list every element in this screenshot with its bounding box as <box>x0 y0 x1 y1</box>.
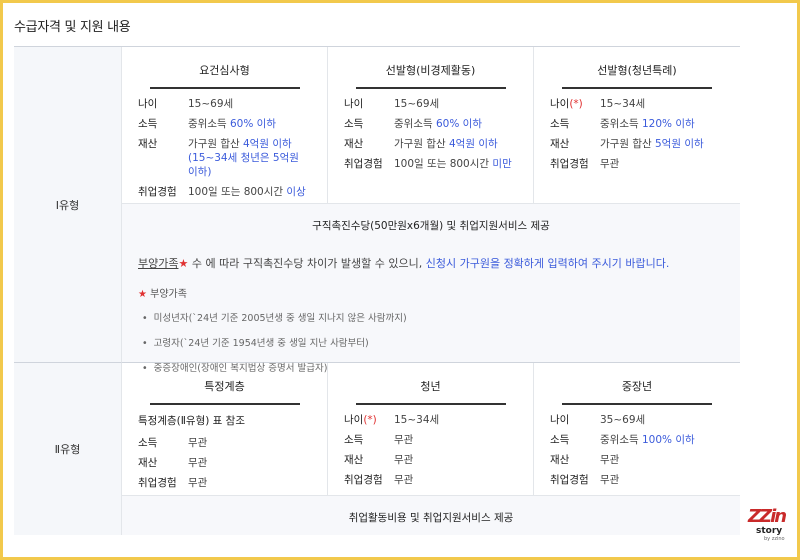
eligibility-table: Ⅰ유형 요건심사형 나이 15~69세 소득 중위소득 60% 이하 재산 가구원 합… <box>14 46 740 535</box>
type2-benefit-box: 취업활동비용 및 취업지원서비스 제공 <box>122 495 740 535</box>
benefit-title: 구직촉진수당(50만원x6개월) 및 취업지원서비스 제공 <box>312 220 550 232</box>
criteria-row-age: 나이 15~69세 <box>344 98 440 110</box>
type1-col-requirement: 요건심사형 나이 15~69세 소득 중위소득 60% 이하 재산 가구원 합산 4억… <box>122 47 328 203</box>
criteria-row-income: 소득 중위소득 60% 이하 <box>344 118 482 130</box>
type2-col-youth: 청년 나이(*) 15~34세 소득 무관 재산 무관 취업경험 무관 <box>328 363 534 495</box>
criteria-row-experience: 취업경험 100일 또는 800시간 미만 <box>344 158 512 170</box>
criteria-list: 나이 15~69세 소득 중위소득 60% 이하 재산 가구원 합산 4억원 이하 (1… <box>122 83 327 199</box>
dependent-subtitle: ★ 부양가족 <box>138 289 187 300</box>
type1-benefit-box: 구직촉진수당(50만원x6개월) 및 취업지원서비스 제공 부양가족★ 수 에 … <box>122 203 740 374</box>
col-header: 중장년 <box>534 363 740 405</box>
criteria-row-asset: 재산 가구원 합산 4억원 이하 (15~34세 청년은 5억원 이하) <box>138 138 299 178</box>
criteria-row-asset: 재산 무관 <box>550 454 620 466</box>
list-item: 미성년자(`24년 기준 2005년생 중 생일 지나지 않은 사람까지) <box>142 310 740 324</box>
type1-label: Ⅰ유형 <box>14 47 122 363</box>
criteria-list: 나이(*) 15~34세 소득 중위소득 120% 이하 재산 가구원 합산 5억원 … <box>534 83 740 171</box>
type2-label: Ⅱ유형 <box>14 363 122 535</box>
criteria-row-asset: 재산 무관 <box>344 454 414 466</box>
star-icon: ★ <box>138 289 147 300</box>
benefit-title: 취업활동비용 및 취업지원서비스 제공 <box>348 512 514 524</box>
criteria-row-experience: 취업경험 무관 <box>550 158 620 170</box>
criteria-row-age: 나이(*) 15~34세 <box>344 414 440 426</box>
type1-col-youth-special: 선발형(청년특례) 나이(*) 15~34세 소득 중위소득 120% 이하 재산 가… <box>534 47 740 203</box>
special-reference: 특정계층(Ⅱ유형) 표 참조 <box>138 415 245 427</box>
criteria-row-experience: 취업경험 무관 <box>344 474 414 486</box>
criteria-row-age: 나이 35~69세 <box>550 414 646 426</box>
criteria-row-income: 소득 무관 <box>344 434 414 446</box>
type2-col-special: 특정계층 특정계층(Ⅱ유형) 표 참조 소득 무관 재산 무관 취업경험 무관 <box>122 363 328 495</box>
type2-col-middle-aged: 중장년 나이 35~69세 소득 중위소득 100% 이하 재산 무관 취업경험 무관 <box>534 363 740 495</box>
brand-logo: ZZin story by zzino <box>748 506 787 543</box>
criteria-row-age: 나이 15~69세 <box>138 98 234 110</box>
criteria-row-income: 소득 중위소득 60% 이하 <box>138 118 276 130</box>
criteria-row-age: 나이(*) 15~34세 <box>550 98 646 110</box>
criteria-row-income: 소득 중위소득 100% 이하 <box>550 434 695 446</box>
criteria-row-experience: 취업경험 100일 또는 800시간 이상 <box>138 186 306 198</box>
criteria-row-asset: 재산 무관 <box>138 457 208 469</box>
page-title: 수급자격 및 지원 내용 <box>14 20 131 35</box>
col-header: 요건심사형 <box>122 47 327 89</box>
col-header: 선발형(청년특례) <box>534 47 740 89</box>
dependent-notice: 부양가족★ 수 에 따라 구직촉진수당 차이가 발생할 수 있으니, 신청시 가… <box>138 257 670 270</box>
criteria-list: 특정계층(Ⅱ유형) 표 참조 소득 무관 재산 무관 취업경험 무관 <box>122 399 327 490</box>
criteria-row-asset: 재산 가구원 합산 4억원 이하 <box>344 138 498 150</box>
col-header: 특정계층 <box>122 363 327 405</box>
type1-col-selection: 선발형(비경제활동) 나이 15~69세 소득 중위소득 60% 이하 재산 가구원 … <box>328 47 534 203</box>
col-header: 청년 <box>328 363 533 405</box>
col-header: 선발형(비경제활동) <box>328 47 533 89</box>
criteria-row-asset: 재산 가구원 합산 5억원 이하 <box>550 138 704 150</box>
criteria-list: 나이(*) 15~34세 소득 무관 재산 무관 취업경험 무관 <box>328 399 533 487</box>
criteria-list: 나이 35~69세 소득 중위소득 100% 이하 재산 무관 취업경험 무관 <box>534 399 740 487</box>
list-item: 고령자(`24년 기준 1954년생 중 생일 지난 사람부터) <box>142 335 740 349</box>
criteria-row-income: 소득 무관 <box>138 437 208 449</box>
criteria-row-experience: 취업경험 무관 <box>550 474 620 486</box>
criteria-list: 나이 15~69세 소득 중위소득 60% 이하 재산 가구원 합산 4억원 이하 취… <box>328 83 533 171</box>
criteria-row-experience: 취업경험 무관 <box>138 477 208 489</box>
criteria-row-income: 소득 중위소득 120% 이하 <box>550 118 695 130</box>
